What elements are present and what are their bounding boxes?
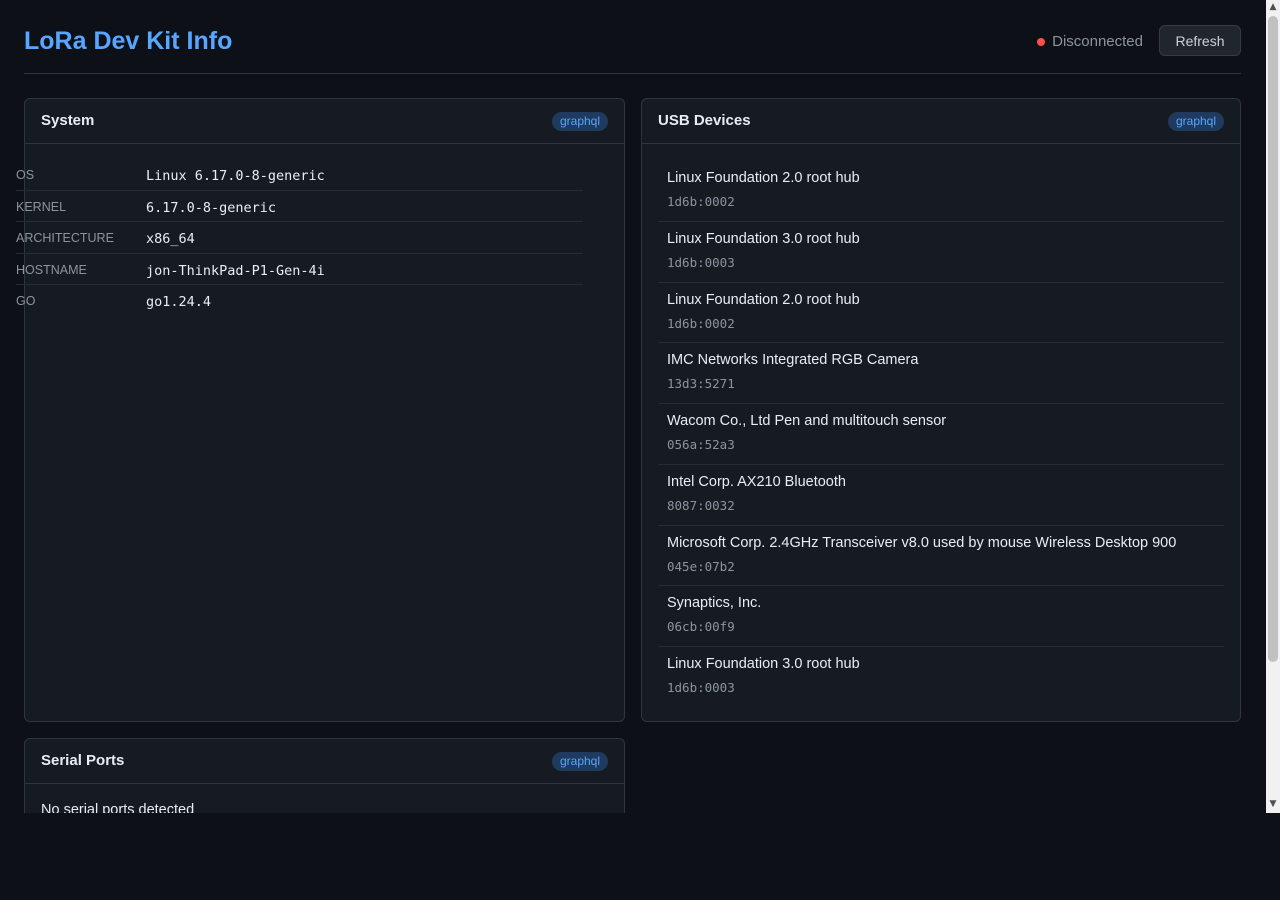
system-card-title: System: [41, 112, 95, 129]
system-key: OS: [16, 168, 35, 182]
system-key: ARCHITECTURE: [16, 231, 114, 245]
usb-device-id: 056a:52a3: [667, 437, 735, 452]
usb-device-name: Linux Foundation 3.0 root hub: [667, 230, 860, 247]
usb-device-name: Microsoft Corp. 2.4GHz Transceiver v8.0 …: [667, 534, 1177, 551]
usb-device-name: Linux Foundation 2.0 root hub: [667, 170, 860, 186]
system-value: 6.17.0-8-generic: [146, 199, 277, 216]
system-key: HOSTNAME: [16, 262, 87, 277]
usb-device-id: 1d6b:0002: [667, 315, 735, 331]
usb-device-list: Linux Foundation 2.0 root hub 1d6b:0002 …: [658, 161, 1224, 708]
system-value: Linux 6.17.0-8-generic: [146, 168, 325, 184]
page-scrollbar[interactable]: ▲ ▼: [1266, 0, 1280, 813]
system-row-go: GO go1.24.4: [16, 285, 583, 317]
usb-card-title: USB Devices: [658, 112, 751, 129]
system-key: GO: [16, 294, 36, 308]
usb-device-id: 1d6b:0003: [667, 680, 735, 695]
usb-device-id: 1d6b:0002: [667, 194, 735, 209]
page-viewport: LoRa Dev Kit Info Disconnected Refresh S…: [0, 0, 1266, 813]
usb-device-id: 045e:07b2: [667, 558, 735, 574]
usb-device-id: 8087:0032: [667, 497, 735, 513]
refresh-button[interactable]: Refresh: [1159, 25, 1241, 56]
system-value: x86_64: [146, 231, 195, 247]
system-info-list: OS Linux 6.17.0-8-generic KERNEL 6.17.0-…: [16, 159, 583, 317]
usb-device-name: Intel Corp. AX210 Bluetooth: [667, 473, 846, 490]
system-graphql-badge: graphql: [551, 112, 608, 131]
usb-device-id: 1d6b:0003: [667, 254, 735, 270]
page-bottom-area: [0, 813, 1280, 900]
usb-device-item: Linux Foundation 2.0 root hub 1d6b:0002: [658, 161, 1224, 222]
usb-device-item: IMC Networks Integrated RGB Camera 13d3:…: [658, 343, 1224, 404]
system-row-architecture: ARCHITECTURE x86_64: [16, 222, 583, 254]
usb-device-id: 06cb:00f9: [667, 619, 735, 635]
system-row-os: OS Linux 6.17.0-8-generic: [16, 159, 583, 191]
usb-device-item: Linux Foundation 3.0 root hub 1d6b:0003: [658, 647, 1224, 708]
scrollbar-thumb[interactable]: [1268, 16, 1278, 662]
usb-device-item: Wacom Co., Ltd Pen and multitouch sensor…: [658, 404, 1224, 465]
scroll-up-arrow-icon[interactable]: ▲: [1266, 0, 1280, 14]
usb-device-item: Synaptics, Inc. 06cb:00f9: [658, 586, 1224, 647]
usb-device-item: Linux Foundation 2.0 root hub 1d6b:0002: [658, 283, 1224, 344]
usb-device-name: Synaptics, Inc.: [667, 595, 762, 612]
serial-card-header: Serial Ports graphql: [25, 739, 624, 784]
system-value: go1.24.4: [146, 294, 212, 310]
usb-device-name: Linux Foundation 3.0 root hub: [667, 656, 860, 672]
usb-device-name: Linux Foundation 2.0 root hub: [667, 291, 860, 308]
page-title: LoRa Dev Kit Info: [24, 27, 233, 55]
system-key: KERNEL: [16, 199, 67, 214]
usb-device-name: IMC Networks Integrated RGB Camera: [667, 352, 919, 369]
usb-device-item: Microsoft Corp. 2.4GHz Transceiver v8.0 …: [658, 526, 1224, 587]
usb-device-name: Wacom Co., Ltd Pen and multitouch sensor: [667, 413, 947, 429]
system-row-kernel: KERNEL 6.17.0-8-generic: [16, 191, 583, 222]
usb-devices-card: USB Devices graphql Linux Foundation 2.0…: [641, 98, 1241, 722]
page-header: LoRa Dev Kit Info Disconnected Refresh: [24, 0, 1241, 74]
system-card-header: System graphql: [25, 99, 624, 144]
connection-status: Disconnected: [1037, 33, 1143, 50]
system-value: jon-ThinkPad-P1-Gen-4i: [146, 262, 325, 279]
usb-card-header: USB Devices graphql: [642, 99, 1240, 144]
usb-device-id: 13d3:5271: [667, 376, 735, 392]
system-row-hostname: HOSTNAME jon-ThinkPad-P1-Gen-4i: [16, 254, 583, 285]
usb-graphql-badge: graphql: [1167, 112, 1224, 131]
usb-device-item: Intel Corp. AX210 Bluetooth 8087:0032: [658, 465, 1224, 526]
scroll-down-arrow-icon[interactable]: ▼: [1266, 797, 1280, 811]
serial-graphql-badge: graphql: [551, 752, 608, 771]
usb-device-item: Linux Foundation 3.0 root hub 1d6b:0003: [658, 222, 1224, 283]
status-text: Disconnected: [1052, 33, 1143, 50]
serial-empty-message: No serial ports detected: [41, 802, 195, 813]
status-dot-icon: [1037, 37, 1046, 46]
serial-card-title: Serial Ports: [41, 752, 125, 769]
serial-ports-card: Serial Ports graphql No serial ports det…: [24, 738, 625, 813]
